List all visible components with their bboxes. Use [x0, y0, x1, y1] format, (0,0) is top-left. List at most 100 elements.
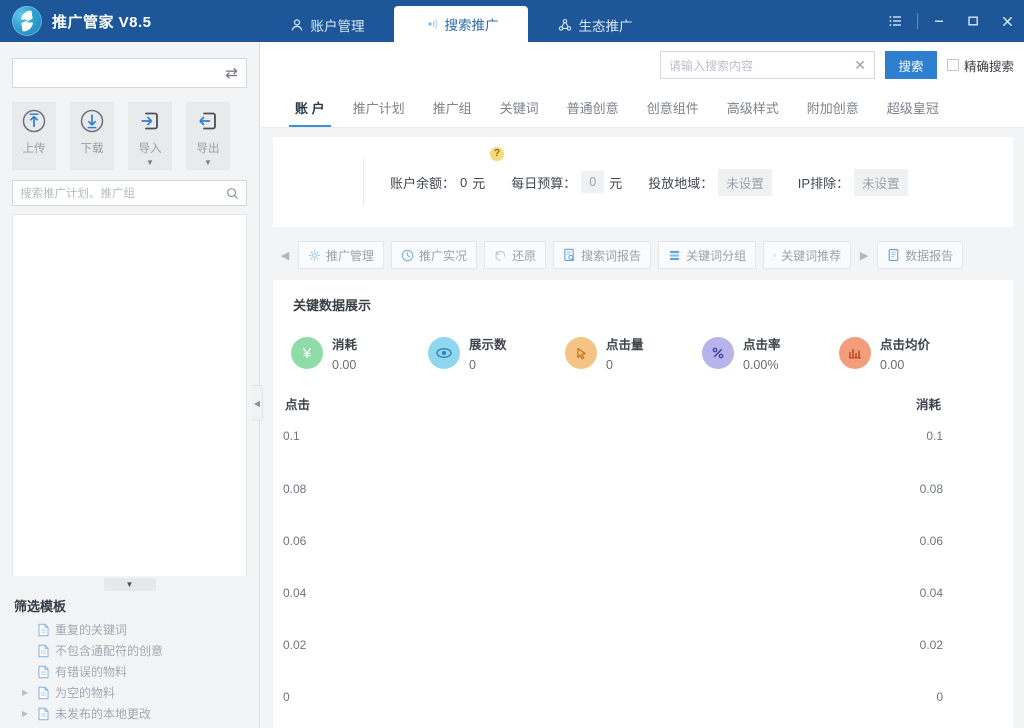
filter-item-error-materials[interactable]: 有错误的物料 [0, 661, 259, 682]
sidebar-toolbar: 上传 下载 导入 ▼ 导出 ▼ [12, 102, 247, 170]
field-unit: 元 [472, 173, 485, 192]
chevron-left-icon[interactable]: ◀ [279, 249, 291, 262]
minimize-icon[interactable] [922, 0, 956, 42]
import-button[interactable]: 导入 ▼ [128, 102, 172, 170]
filter-item-empty-materials[interactable]: ▶ 为空的物料 [0, 682, 259, 703]
field-label: 账户余额： [390, 173, 455, 192]
document-icon [887, 248, 900, 262]
field-value[interactable]: 未设置 [718, 169, 772, 196]
filter-item-no-wildcard-creative[interactable]: 不包含通配符的创意 [0, 640, 259, 661]
export-icon [194, 108, 222, 136]
action-label: 搜索词报告 [581, 247, 641, 264]
chevron-down-icon: ▼ [104, 578, 156, 591]
swap-icon: ⇄ [225, 64, 238, 82]
y-tick: 0.06 [283, 534, 306, 548]
help-badge[interactable]: ? [490, 147, 504, 161]
key-data-panel: 关键数据展示 ¥ 消耗 0.00 展示数 0 [273, 280, 1013, 728]
tab-super-crown[interactable]: 超级皇冠 [873, 88, 953, 127]
chevron-right-icon[interactable]: ▶ [22, 709, 32, 718]
action-keyword-recommendation[interactable]: 关键词推荐 [763, 241, 851, 269]
window-tab-label: 搜索推广 [445, 14, 499, 34]
metric-impressions: 展示数 0 [428, 334, 565, 372]
action-keyword-grouping[interactable]: 关键词分组 [658, 241, 756, 269]
window-titlebar: 推广管家 V8.5 账户管理 搜索推广 生态推广 [0, 0, 1024, 42]
search-icon[interactable] [226, 187, 239, 200]
y2-tick: 0.08 [920, 482, 943, 496]
filter-item-label: 重复的关键词 [55, 621, 127, 638]
radar-icon [424, 17, 438, 31]
chevron-right-icon[interactable]: ▶ [858, 249, 870, 262]
metric-row: ¥ 消耗 0.00 展示数 0 点击量 [273, 314, 1013, 372]
y2-tick: 0 [936, 690, 943, 704]
search-input[interactable]: 请输入搜索内容 ✕ [660, 51, 875, 79]
app-title: 推广管家 V8.5 [52, 11, 152, 32]
window-tab-account-management[interactable]: 账户管理 [260, 8, 394, 42]
export-button[interactable]: 导出 ▼ [186, 102, 230, 170]
search-placeholder: 请输入搜索内容 [669, 57, 854, 74]
exact-search-toggle[interactable]: 精确搜索 [947, 56, 1014, 75]
menu-icon[interactable] [879, 0, 913, 42]
metric-label: 展示数 [469, 334, 507, 353]
close-icon[interactable] [990, 0, 1024, 42]
sidebar-collapse-handle[interactable]: ◀ [252, 385, 263, 421]
tab-campaign[interactable]: 推广计划 [339, 88, 419, 127]
y-tick: 0.08 [283, 482, 306, 496]
metric-value: 0.00 [332, 358, 357, 372]
account-select[interactable]: ⇄ [12, 58, 247, 88]
field-value[interactable]: 未设置 [854, 169, 908, 196]
performance-chart: 点击 消耗 0.1 0.08 0.06 0.04 0.02 0 0.1 0.08… [273, 394, 1013, 724]
tab-creative-component[interactable]: 创意组件 [633, 88, 713, 127]
search-button[interactable]: 搜索 [885, 51, 937, 79]
download-button[interactable]: 下载 [70, 102, 114, 170]
document-icon [37, 623, 50, 637]
action-promotion-management[interactable]: 推广管理 [298, 241, 384, 269]
tab-adgroup[interactable]: 推广组 [419, 88, 486, 127]
window-tab-label: 账户管理 [311, 15, 365, 35]
tab-advanced-style[interactable]: 高级样式 [713, 88, 793, 127]
chevron-right-icon[interactable]: ▶ [22, 688, 32, 697]
action-label: 关键词推荐 [781, 247, 841, 264]
window-controls-divider [917, 13, 918, 29]
metric-value: 0.00 [880, 358, 930, 372]
user-icon [290, 18, 304, 32]
action-label: 数据报告 [905, 247, 953, 264]
metric-avg-cpc: 点击均价 0.00 [839, 334, 976, 372]
tab-keyword[interactable]: 关键词 [486, 88, 553, 127]
action-search-term-report[interactable]: 搜索词报告 [553, 241, 651, 269]
window-tab-label: 生态推广 [579, 15, 633, 35]
filter-item-unpublished-changes[interactable]: ▶ 未发布的本地更改 [0, 703, 259, 724]
leaf-logo-icon [12, 6, 42, 36]
plan-search-field[interactable]: 搜索推广计划、推广组 [12, 180, 247, 206]
action-label: 推广管理 [326, 247, 374, 264]
upload-button[interactable]: 上传 [12, 102, 56, 170]
window-tab-eco-promotion[interactable]: 生态推广 [528, 8, 662, 42]
action-promotion-live[interactable]: 推广实况 [391, 241, 477, 269]
undo-icon [494, 249, 507, 262]
yuan-icon: ¥ [291, 337, 323, 369]
tab-normal-creative[interactable]: 普通创意 [553, 88, 633, 127]
report-search-icon [563, 248, 576, 262]
external-link-icon [773, 249, 776, 262]
tab-account[interactable]: 账 户 [281, 88, 339, 127]
window-tab-search-promotion[interactable]: 搜索推广 [394, 6, 528, 42]
field-value[interactable]: 0 [581, 171, 604, 193]
panel-title: 关键数据展示 [273, 280, 1013, 314]
action-restore[interactable]: 还原 [484, 241, 546, 269]
maximize-icon[interactable] [956, 0, 990, 42]
entity-tabs: 账 户 推广计划 推广组 关键词 普通创意 创意组件 高级样式 附加创意 超级皇… [261, 88, 1024, 128]
tree-collapse-handle[interactable]: ▼ [0, 576, 259, 592]
action-data-report[interactable]: 数据报告 [877, 241, 963, 269]
campaign-tree[interactable] [12, 214, 247, 576]
metric-clicks: 点击量 0 [565, 334, 702, 372]
tab-extra-creative[interactable]: 附加创意 [793, 88, 873, 127]
exact-search-checkbox[interactable] [947, 59, 959, 71]
field-label: 每日预算： [511, 173, 576, 192]
import-icon [136, 108, 164, 136]
metric-label: 消耗 [332, 334, 357, 353]
plan-search-placeholder: 搜索推广计划、推广组 [20, 185, 226, 201]
chevron-down-icon: ▼ [204, 160, 212, 166]
filter-item-label: 有错误的物料 [55, 663, 127, 680]
close-icon[interactable]: ✕ [854, 57, 866, 74]
left-sidebar: ⇄ 上传 下载 导入 ▼ [0, 42, 260, 728]
filter-item-duplicate-keywords[interactable]: 重复的关键词 [0, 619, 259, 640]
